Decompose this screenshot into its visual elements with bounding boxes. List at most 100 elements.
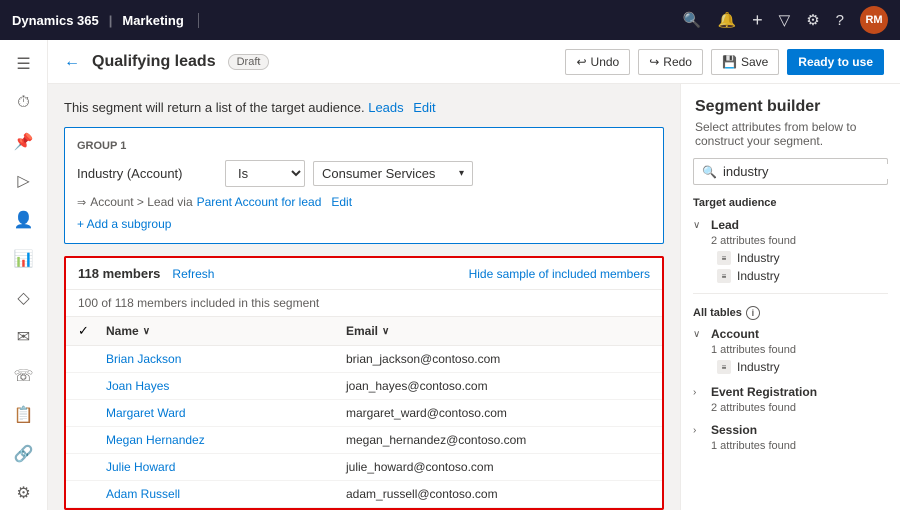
module-name: Marketing	[122, 13, 183, 28]
hide-sample-button[interactable]: Hide sample of included members	[469, 267, 650, 281]
path-link[interactable]: Parent Account for lead	[197, 195, 322, 209]
all-tables-section: ∨ Account 1 attributes found ≡ Industry …	[681, 324, 900, 454]
back-button[interactable]: ←	[64, 53, 80, 71]
command-bar: ← Qualifying leads Draft ↩ Undo ↪ Redo 💾…	[48, 40, 900, 84]
redo-icon: ↪	[649, 55, 659, 69]
event-reg-tree-item[interactable]: › Event Registration	[693, 382, 888, 402]
sidebar-menu-icon[interactable]: ☰	[6, 46, 42, 81]
save-icon: 💾	[722, 55, 737, 69]
edit-audience-link[interactable]: Edit	[413, 100, 435, 115]
lead-chevron-icon: ∨	[693, 220, 705, 231]
session-label: Session	[711, 423, 757, 437]
plus-icon[interactable]: +	[752, 10, 763, 31]
audience-link[interactable]: Leads	[368, 100, 403, 115]
col-name-header[interactable]: Name ∨	[106, 323, 346, 339]
page-title: Qualifying leads	[92, 53, 216, 71]
sidebar-settings-icon[interactable]: ⚙	[6, 475, 42, 510]
bell-icon[interactable]: 🔔	[717, 11, 736, 29]
undo-button[interactable]: ↩ Undo	[565, 49, 630, 75]
members-subtext: 100 of 118 members included in this segm…	[66, 290, 662, 317]
session-tree-item[interactable]: › Session	[693, 420, 888, 440]
settings-icon[interactable]: ⚙	[806, 11, 819, 29]
search-icon[interactable]: 🔍	[683, 11, 702, 29]
table-header: ✓ Name ∨ Email ∨	[66, 317, 662, 346]
sidebar-play-icon[interactable]: ▷	[6, 163, 42, 198]
path-edit-link[interactable]: Edit	[331, 195, 352, 209]
table-row: Adam Russell adam_russell@contoso.com	[66, 481, 662, 508]
sidebar-pin-icon[interactable]: 📌	[6, 124, 42, 159]
members-count: 118 members	[78, 266, 160, 281]
top-nav-right: 🔍 🔔 + ▽ ⚙ ? RM	[683, 6, 888, 34]
account-tree-item[interactable]: ∨ Account	[693, 324, 888, 344]
lead-industry-attr-1[interactable]: ≡ Industry	[693, 249, 888, 267]
help-icon[interactable]: ?	[836, 12, 844, 29]
condition-value[interactable]: Consumer Services ▾	[313, 161, 473, 186]
attr-icon-1: ≡	[717, 251, 731, 265]
members-table: ✓ Name ∨ Email ∨ Brian Jacks	[66, 317, 662, 508]
account-industry-attr[interactable]: ≡ Industry	[693, 358, 888, 376]
col-email-header[interactable]: Email ∨	[346, 323, 650, 339]
table-row: Joan Hayes joan_hayes@contoso.com	[66, 373, 662, 400]
lead-label: Lead	[711, 218, 739, 232]
condition-attribute: Industry (Account)	[77, 166, 217, 181]
info-icon[interactable]: i	[746, 306, 760, 320]
event-reg-chevron-icon: ›	[693, 387, 705, 398]
search-box: 🔍 ✕	[693, 158, 888, 185]
refresh-button[interactable]: Refresh	[172, 267, 214, 281]
sidebar-phone-icon[interactable]: ☏	[6, 358, 42, 393]
sidebar-contacts-icon[interactable]: 👤	[6, 202, 42, 237]
session-count: 1 attributes found	[693, 440, 888, 452]
table-rows: Brian Jackson brian_jackson@contoso.com …	[66, 346, 662, 508]
sidebar-chart-icon[interactable]: 📊	[6, 241, 42, 276]
condition-operator[interactable]: Is	[225, 160, 305, 187]
cmd-right: ↩ Undo ↪ Redo 💾 Save Ready to use	[565, 49, 884, 75]
attr-icon-3: ≡	[717, 360, 731, 374]
right-panel: Segment builder Select attributes from b…	[680, 84, 900, 510]
member-name[interactable]: Adam Russell	[106, 487, 346, 501]
condition-row: Industry (Account) Is Consumer Services …	[77, 160, 651, 187]
check-all[interactable]: ✓	[78, 323, 106, 339]
member-email: julie_howard@contoso.com	[346, 460, 650, 474]
lead-tree-item[interactable]: ∨ Lead	[693, 215, 888, 235]
top-nav: Dynamics 365 | Marketing 🔍 🔔 + ▽ ⚙ ? RM	[0, 0, 900, 40]
account-count: 1 attributes found	[693, 344, 888, 356]
redo-button[interactable]: ↪ Redo	[638, 49, 703, 75]
sidebar-shape-icon[interactable]: ◇	[6, 280, 42, 315]
filter-icon[interactable]: ▽	[779, 11, 791, 29]
member-email: joan_hayes@contoso.com	[346, 379, 650, 393]
lead-industry-attr-2[interactable]: ≡ Industry	[693, 267, 888, 285]
sidebar-link-icon[interactable]: 🔗	[6, 436, 42, 471]
group-label: Group 1	[77, 140, 651, 152]
sidebar-email-icon[interactable]: ✉	[6, 319, 42, 354]
sidebar-doc-icon[interactable]: 📋	[6, 397, 42, 432]
members-area: 118 members Refresh Hide sample of inclu…	[64, 256, 664, 510]
ready-to-use-button[interactable]: Ready to use	[787, 49, 884, 75]
event-reg-count: 2 attributes found	[693, 402, 888, 414]
event-reg-label: Event Registration	[711, 385, 817, 399]
avatar[interactable]: RM	[860, 6, 888, 34]
all-tables-label: All tables i	[681, 302, 900, 324]
member-name[interactable]: Julie Howard	[106, 460, 346, 474]
target-audience-label: Target audience	[693, 197, 888, 209]
table-row: Brian Jackson brian_jackson@contoso.com	[66, 346, 662, 373]
undo-icon: ↩	[576, 55, 586, 69]
sidebar-home-icon[interactable]: ⏱	[6, 85, 42, 120]
table-row: Julie Howard julie_howard@contoso.com	[66, 454, 662, 481]
save-button[interactable]: 💾 Save	[711, 49, 779, 75]
search-input[interactable]	[723, 164, 899, 179]
member-name[interactable]: Joan Hayes	[106, 379, 346, 393]
app-body: ☰ ⏱ 📌 ▷ 👤 📊 ◇ ✉ ☏ 📋 🔗 ⚙ ← Qualifying lea…	[0, 40, 900, 510]
lead-count: 2 attributes found	[693, 235, 888, 247]
table-row: Megan Hernandez megan_hernandez@contoso.…	[66, 427, 662, 454]
add-subgroup-button[interactable]: + Add a subgroup	[77, 217, 651, 231]
dropdown-chevron-icon: ▾	[459, 168, 464, 179]
brand-name: Dynamics 365	[12, 13, 99, 28]
group-box: Group 1 Industry (Account) Is Consumer S…	[64, 127, 664, 244]
table-row: Margaret Ward margaret_ward@contoso.com	[66, 400, 662, 427]
member-name[interactable]: Megan Hernandez	[106, 433, 346, 447]
attr-icon-2: ≡	[717, 269, 731, 283]
content-area: This segment will return a list of the t…	[48, 84, 900, 510]
member-name[interactable]: Margaret Ward	[106, 406, 346, 420]
member-name[interactable]: Brian Jackson	[106, 352, 346, 366]
target-audience-section: Target audience ∨ Lead 2 attributes foun…	[681, 197, 900, 285]
